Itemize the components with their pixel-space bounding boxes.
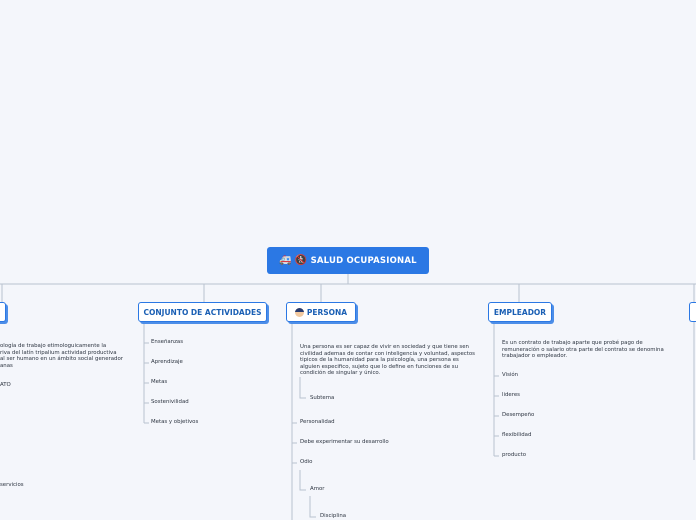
left-item: ATO bbox=[0, 382, 11, 388]
topic-label: EMPLEADOR bbox=[493, 307, 547, 317]
list-item[interactable]: Metas bbox=[151, 379, 167, 386]
topic-right-offscreen[interactable] bbox=[689, 302, 696, 322]
list-item[interactable]: Disciplina bbox=[320, 513, 346, 520]
ambulance-icon: 🚑 bbox=[279, 254, 292, 266]
root-node[interactable]: 🚑 🚷 SALUD OCUPASIONAL bbox=[267, 247, 429, 274]
list-item[interactable]: Subtema bbox=[310, 395, 334, 402]
list-item[interactable]: Odio bbox=[300, 459, 312, 466]
list-item[interactable]: flexibilidad bbox=[502, 432, 531, 439]
root-label: SALUD OCUPASIONAL bbox=[310, 255, 417, 266]
list-item[interactable]: Metas y objetivos bbox=[151, 419, 198, 426]
topic-persona[interactable]: PERSONA bbox=[286, 302, 356, 322]
list-item[interactable]: Sostenivilidad bbox=[151, 399, 189, 406]
list-item[interactable]: Debe experimentar su desarrollo bbox=[300, 439, 389, 446]
list-item[interactable]: Enseñanzas bbox=[151, 339, 183, 346]
topic-conjunto-de-actividades[interactable]: CONJUNTO DE ACTIVIDADES bbox=[138, 302, 267, 322]
list-item[interactable]: lideres bbox=[502, 392, 520, 399]
person-avatar-icon bbox=[294, 307, 304, 317]
left-item: servicios bbox=[0, 482, 24, 488]
list-item[interactable]: producto bbox=[502, 452, 526, 459]
empleador-description: Es un contrato de trabajo aparte que pro… bbox=[502, 340, 664, 360]
topic-left-offscreen[interactable] bbox=[0, 302, 6, 322]
list-item[interactable]: Desempeño bbox=[502, 412, 534, 419]
left-description: ología de trabajo etimologuicamente la r… bbox=[0, 343, 123, 369]
topic-label: PERSONA bbox=[306, 307, 348, 317]
topic-label: CONJUNTO DE ACTIVIDADES bbox=[143, 307, 262, 317]
persona-description: Una persona es ser capaz de vivir en soc… bbox=[300, 344, 475, 377]
list-item[interactable]: Visión bbox=[502, 372, 518, 379]
list-item[interactable]: Aprendizaje bbox=[151, 359, 183, 366]
list-item[interactable]: Amor bbox=[310, 486, 324, 493]
no-pedestrians-icon: 🚷 bbox=[294, 254, 308, 266]
topic-empleador[interactable]: EMPLEADOR bbox=[488, 302, 552, 322]
list-item[interactable]: Personalidad bbox=[300, 419, 335, 426]
